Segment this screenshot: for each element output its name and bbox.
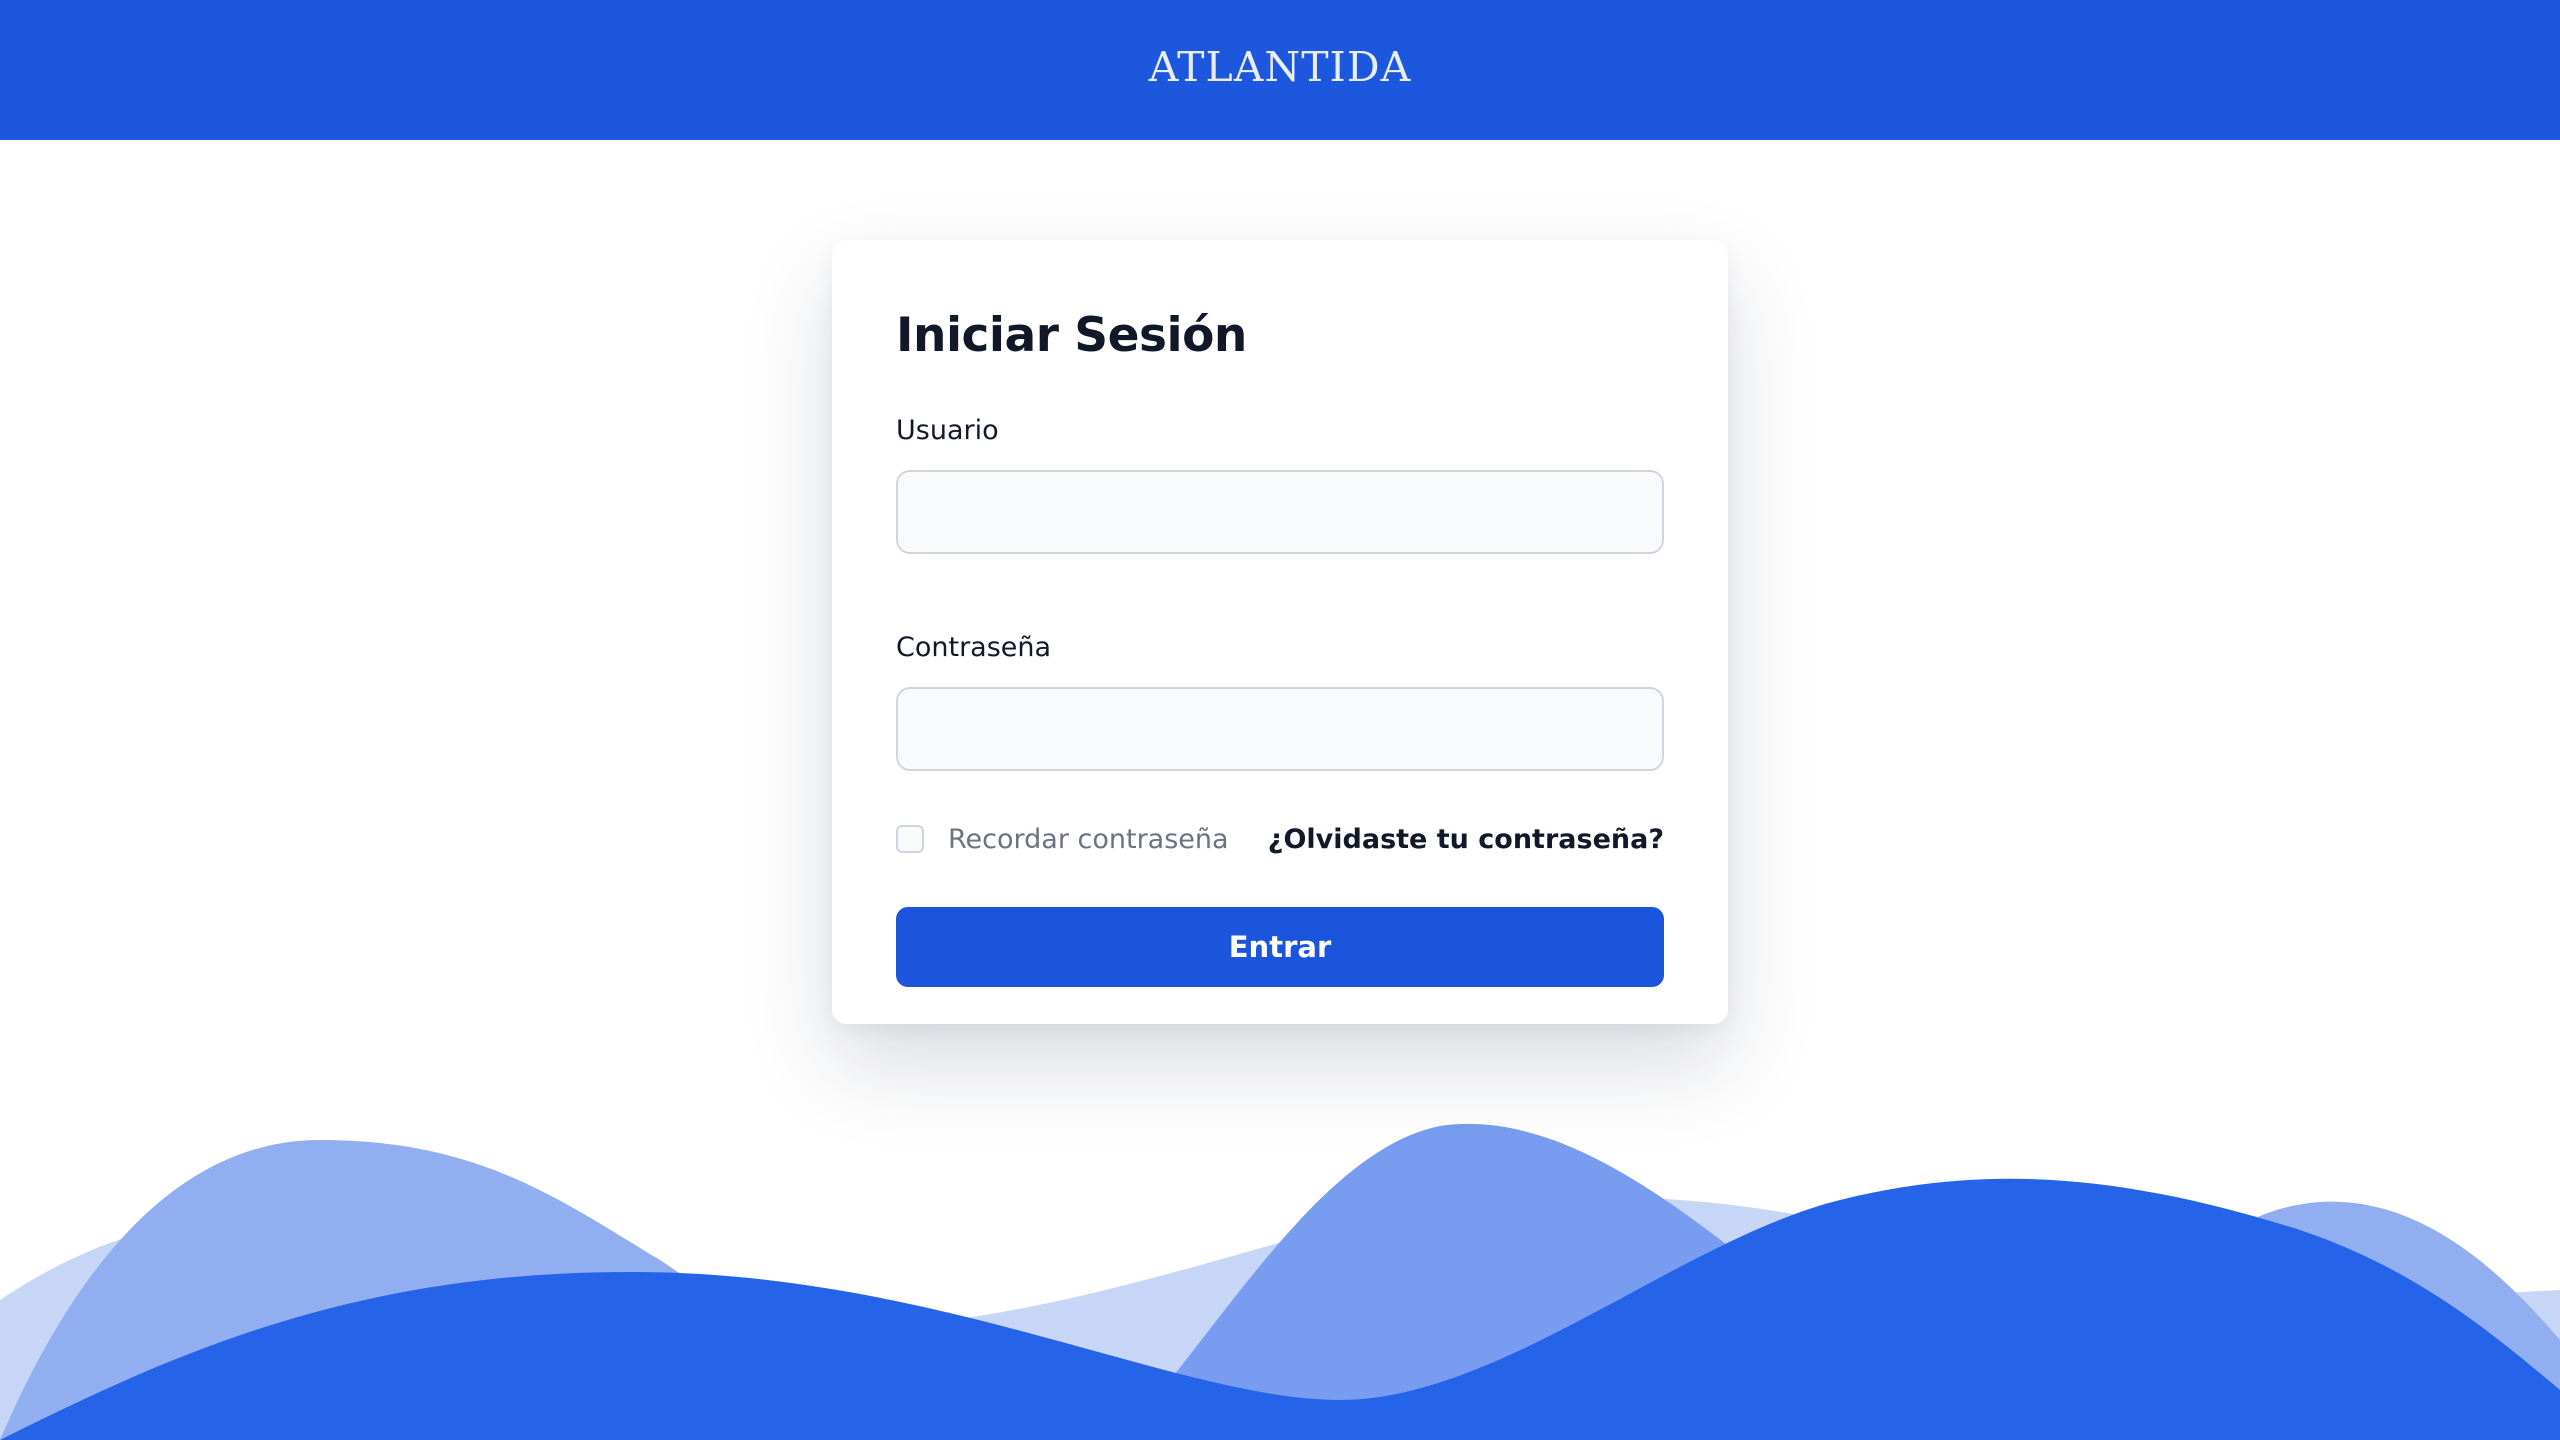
password-input[interactable] (896, 687, 1664, 771)
brand-logo: ATLANTIDA (1148, 43, 1412, 91)
password-label: Contraseña (896, 632, 1052, 663)
decorative-waves (0, 1123, 2560, 1440)
remember-password-checkbox[interactable] (896, 825, 924, 853)
login-page: ATLANTIDA Iniciar Sesión Usuario Contras… (0, 0, 2560, 1440)
top-header-bar: ATLANTIDA (0, 0, 2560, 140)
forgot-password-link[interactable]: ¿Olvidaste tu contraseña? (1268, 824, 1664, 855)
remember-password-label[interactable]: Recordar contraseña (948, 824, 1229, 855)
username-label: Usuario (896, 415, 999, 446)
username-input[interactable] (896, 470, 1664, 554)
options-row: Recordar contraseña ¿Olvidaste tu contra… (896, 821, 1664, 857)
login-title: Iniciar Sesión (896, 308, 1247, 363)
login-submit-button[interactable]: Entrar (896, 907, 1664, 987)
login-card: Iniciar Sesión Usuario Contraseña Record… (832, 240, 1728, 1024)
remember-password-group: Recordar contraseña (896, 824, 1229, 855)
